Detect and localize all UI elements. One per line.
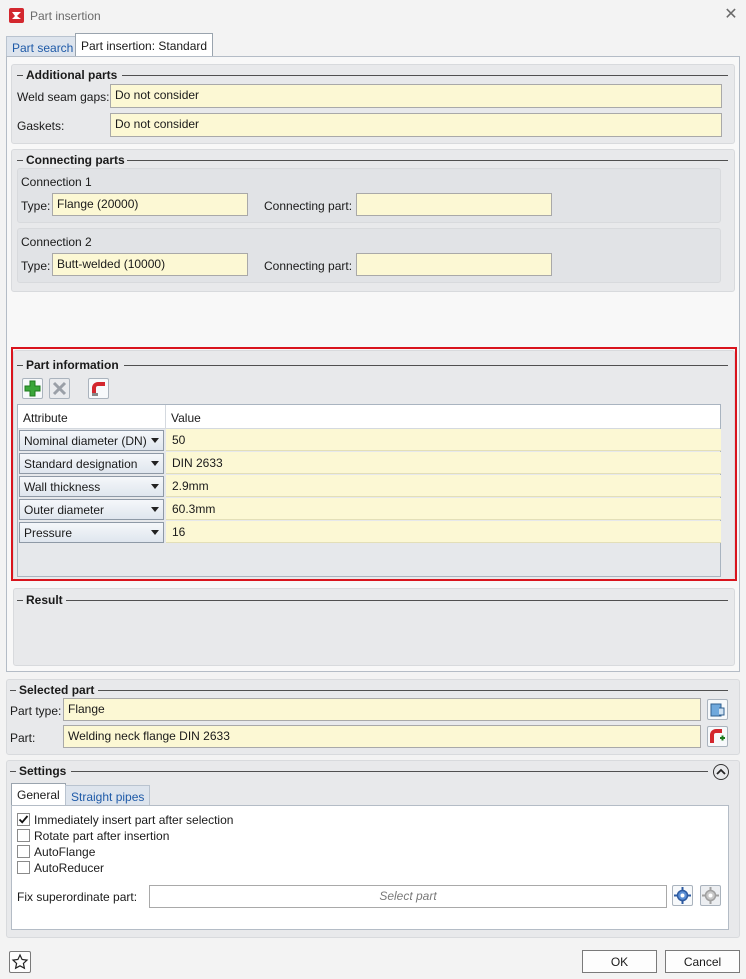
legend-rule: [98, 690, 728, 691]
connection-2-title: Connection 2: [21, 235, 92, 249]
connection-2-part-label: Connecting part:: [264, 259, 353, 273]
legend-rule: [122, 75, 728, 76]
immediately-insert-checkbox[interactable]: [17, 813, 30, 826]
part-field[interactable]: Welding neck flange DIN 2633: [63, 725, 701, 748]
part-type-label: Part type:: [10, 704, 62, 718]
connection-2-type-label: Type:: [21, 259, 51, 273]
legend-rule: [17, 600, 23, 601]
select-part-field[interactable]: Select part: [149, 885, 667, 908]
immediately-insert-label: Immediately insert part after selection: [34, 813, 234, 827]
flange-add-icon: [710, 729, 725, 743]
autoreducer-label: AutoReducer: [34, 861, 105, 875]
rotate-part-label: Rotate part after insertion: [34, 829, 170, 843]
connection-1-part-field[interactable]: [356, 193, 552, 216]
legend-rule: [127, 160, 728, 161]
settings-tab-general[interactable]: General: [11, 783, 66, 806]
legend-rule: [71, 771, 708, 772]
selected-part-legend: Selected part: [19, 683, 95, 697]
settings-legend: Settings: [19, 764, 67, 778]
gaskets-field[interactable]: Do not consider: [110, 113, 722, 137]
legend-rule: [10, 690, 16, 691]
connection-1-type-field[interactable]: Flange (20000): [52, 193, 248, 216]
rotate-part-checkbox[interactable]: [17, 829, 30, 842]
part-label: Part:: [10, 731, 36, 745]
legend-rule: [10, 771, 16, 772]
star-icon: [11, 953, 29, 970]
connection-2-type-field[interactable]: Butt-welded (10000): [52, 253, 248, 276]
autoreducer-checkbox[interactable]: [17, 861, 30, 874]
part-catalog-icon: [710, 703, 725, 717]
gear-pick-icon: [674, 887, 691, 904]
legend-rule: [66, 600, 728, 601]
result-legend: Result: [26, 593, 63, 607]
close-icon[interactable]: ✕: [722, 6, 740, 24]
part-select-button[interactable]: [707, 726, 728, 747]
collapse-chevron-up-icon[interactable]: [713, 764, 729, 780]
favorite-button[interactable]: [9, 951, 31, 973]
tab-part-search[interactable]: Part search: [6, 36, 80, 56]
weld-seam-gaps-field[interactable]: Do not consider: [110, 84, 722, 108]
checkmark-icon: [18, 815, 29, 824]
autoflange-checkbox[interactable]: [17, 845, 30, 858]
gaskets-label: Gaskets:: [17, 119, 65, 133]
part-type-button[interactable]: [707, 699, 728, 720]
gear-disabled-icon: [702, 887, 719, 904]
chevron-up-icon: [716, 768, 726, 775]
fix-superordinate-label: Fix superordinate part:: [17, 890, 138, 904]
legend-rule: [17, 160, 23, 161]
title-bar: [0, 0, 746, 32]
app-logo-icon: [9, 8, 24, 23]
autoflange-label: AutoFlange: [34, 845, 96, 859]
tab-part-insertion-standard[interactable]: Part insertion: Standard: [75, 33, 214, 57]
connection-1-type-label: Type:: [21, 199, 51, 213]
select-part-gear-button[interactable]: [672, 885, 693, 906]
legend-rule: [17, 75, 23, 76]
connection-1-part-label: Connecting part:: [264, 199, 353, 213]
cancel-button[interactable]: Cancel: [665, 950, 740, 973]
connecting-parts-legend: Connecting parts: [26, 153, 125, 167]
window-title: Part insertion: [30, 9, 101, 23]
connection-1-title: Connection 1: [21, 175, 92, 189]
ok-button[interactable]: OK: [582, 950, 657, 973]
settings-tab-straight-pipes[interactable]: Straight pipes: [65, 785, 151, 805]
connection-2-part-field[interactable]: [356, 253, 552, 276]
clear-gear-button[interactable]: [700, 885, 721, 906]
weld-seam-gaps-label: Weld seam gaps:: [17, 90, 110, 104]
part-type-field[interactable]: Flange: [63, 698, 701, 721]
highlight-frame: [11, 347, 737, 581]
additional-parts-legend: Additional parts: [26, 68, 118, 82]
